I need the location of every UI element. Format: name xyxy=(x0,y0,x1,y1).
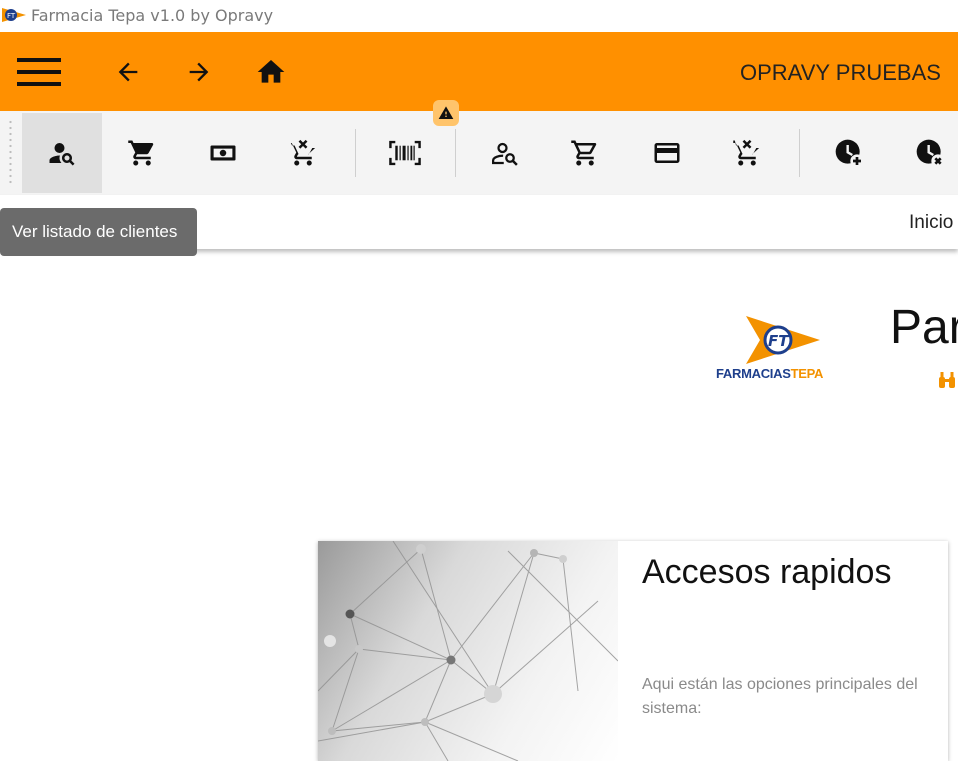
toolbar-separator xyxy=(455,129,456,177)
binoculars-icon xyxy=(939,372,955,388)
brand-wordmark: FARMACIASTEPA xyxy=(716,366,823,381)
window-title: Farmacia Tepa v1.0 by Opravy xyxy=(31,6,274,25)
cart-remove-icon xyxy=(289,139,316,166)
cart-outline-icon xyxy=(571,140,597,166)
arrow-back-icon xyxy=(118,62,138,82)
warning-icon xyxy=(438,106,454,119)
store-name: OPRAVY PRUEBAS xyxy=(740,60,941,85)
card-network-image xyxy=(318,541,618,761)
cancel-sale-button[interactable] xyxy=(263,113,343,193)
action-toolbar xyxy=(0,111,958,195)
forward-button[interactable] xyxy=(177,50,221,94)
brand-wordmark-b: TEPA xyxy=(790,366,824,381)
breadcrumb-current[interactable]: Inicio xyxy=(909,212,953,234)
brand-wordmark-a: FARMACIAS xyxy=(716,366,791,381)
tooltip-view-clients: Ver listado de clientes xyxy=(0,208,197,256)
quick-access-card: Accesos rapidos Aqui están las opciones … xyxy=(318,541,948,761)
brand-logo-monogram: FT xyxy=(768,332,790,350)
cart-icon xyxy=(128,140,154,166)
network-illustration xyxy=(318,541,618,761)
back-button[interactable] xyxy=(106,50,150,94)
close-shift-button[interactable] xyxy=(890,113,958,193)
toolbar-grip[interactable] xyxy=(9,119,12,187)
home-icon xyxy=(257,60,285,83)
brand-logo: FT FARMACIASTEPA xyxy=(716,314,844,384)
menu-button[interactable] xyxy=(17,50,61,94)
app-header: OPRAVY PRUEBAS xyxy=(0,32,958,111)
arrow-forward-icon xyxy=(189,62,209,82)
brand-logo-mark: FT xyxy=(746,316,820,364)
cart-outline-button[interactable] xyxy=(545,113,625,193)
toolbar-separator xyxy=(355,129,356,177)
clock-remove-icon xyxy=(916,139,945,168)
user-search-icon xyxy=(49,143,75,166)
search-client-button[interactable] xyxy=(465,113,545,193)
user-search-outline-icon xyxy=(492,142,518,166)
cash-button[interactable] xyxy=(183,113,263,193)
card-payment-button[interactable] xyxy=(627,113,707,193)
barcode-scan-icon xyxy=(389,140,421,166)
open-shift-button[interactable] xyxy=(809,113,889,193)
credit-card-icon xyxy=(654,143,680,163)
toolbar-separator xyxy=(799,129,800,177)
new-sale-button[interactable] xyxy=(102,113,182,193)
cart-remove-outline-button[interactable] xyxy=(707,113,787,193)
home-button[interactable] xyxy=(249,50,293,94)
view-clients-button[interactable] xyxy=(22,113,102,193)
menu-icon xyxy=(17,58,61,86)
app-logo-monogram: FT xyxy=(7,12,16,20)
clock-add-icon xyxy=(835,139,864,168)
app-logo-icon: FT xyxy=(2,8,26,22)
warning-badge[interactable] xyxy=(433,100,459,126)
card-title: Accesos rapidos xyxy=(642,553,892,591)
window-titlebar: FT Farmacia Tepa v1.0 by Opravy xyxy=(0,0,958,32)
cart-remove-outline-icon xyxy=(733,139,760,166)
hero-title: Par xyxy=(890,301,958,354)
card-description: Aqui están las opciones principales del … xyxy=(642,676,918,717)
barcode-scan-button[interactable] xyxy=(365,113,445,193)
cash-icon xyxy=(210,145,236,161)
